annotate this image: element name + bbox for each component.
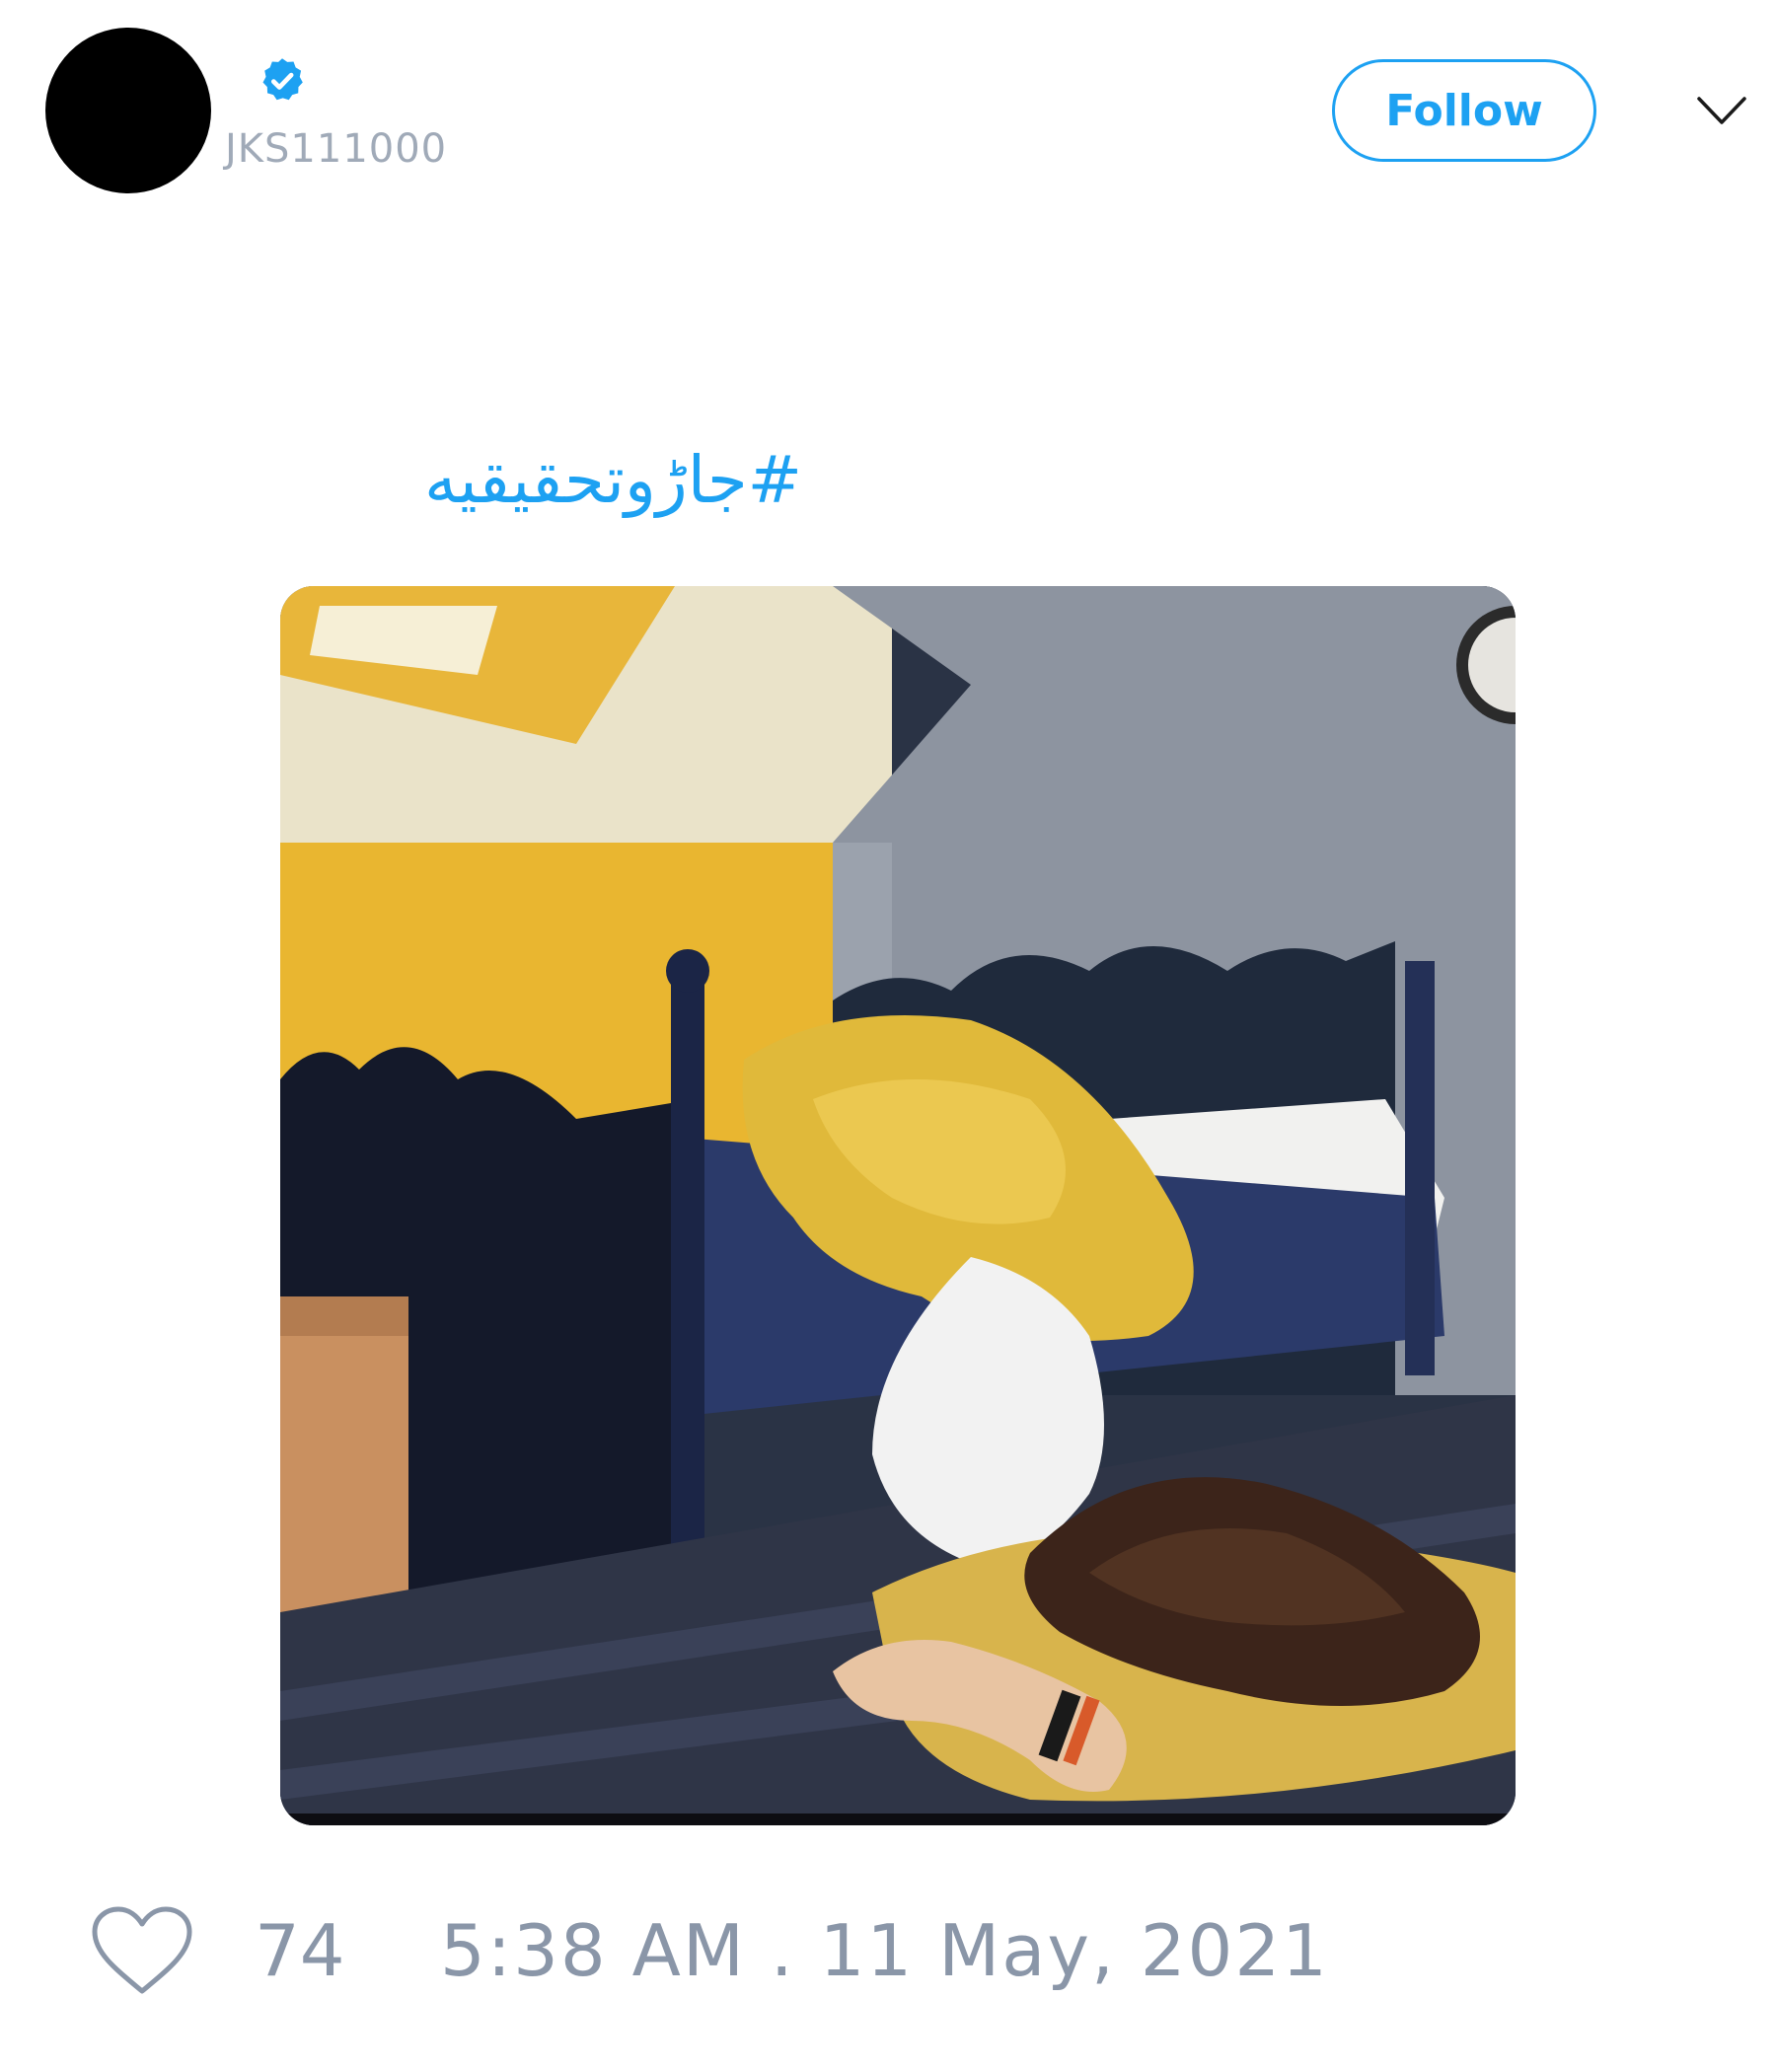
chevron-down-icon[interactable]	[1695, 91, 1748, 130]
follow-button[interactable]: Follow	[1332, 59, 1596, 162]
avatar[interactable]	[45, 28, 211, 193]
image-icon	[280, 586, 1516, 1825]
tweet-timestamp[interactable]: 5:38 AM . 11 May, 2021	[440, 1909, 1329, 1992]
like-count: 74	[255, 1909, 345, 1992]
heart-icon[interactable]	[89, 1904, 195, 1999]
verified-badge-icon	[262, 58, 303, 101]
tweet-media-image[interactable]	[280, 586, 1516, 1825]
tweet-hashtag[interactable]: #جاڑوتحقیقیه	[424, 442, 839, 518]
author-handle[interactable]: JKS111000	[225, 126, 447, 172]
